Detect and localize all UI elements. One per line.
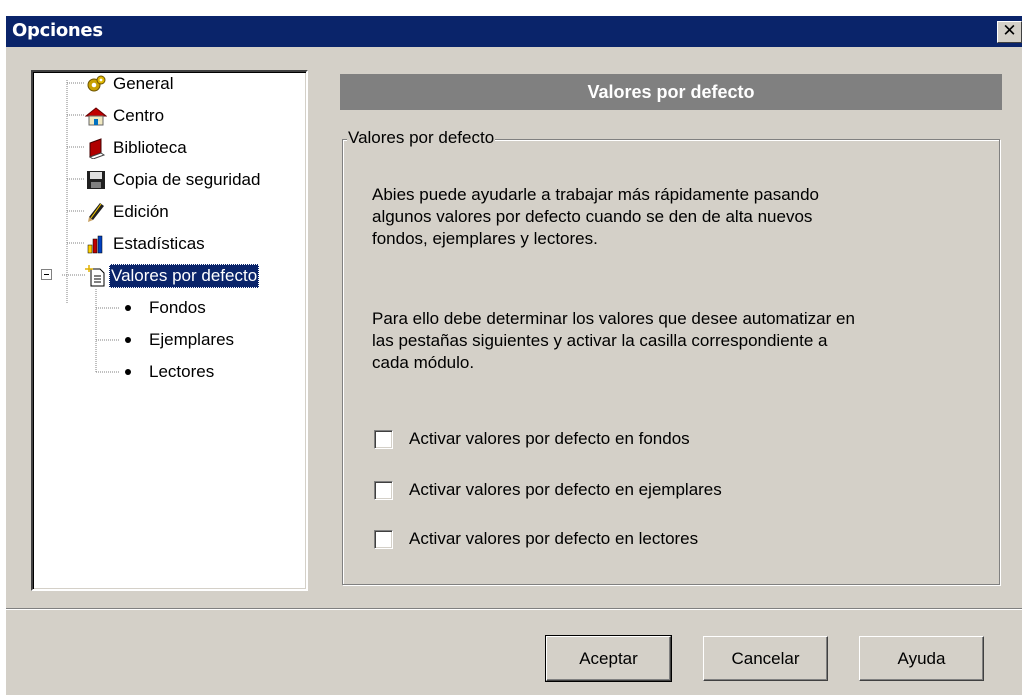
tree-item-label: Valores por defecto [109,264,260,288]
tree-item-edicion[interactable]: Edición [85,200,285,224]
tree-item-label: General [113,74,174,93]
checkbox-ejemplares[interactable] [374,481,393,500]
accept-button[interactable]: Aceptar [545,635,672,682]
house-icon [85,107,107,126]
text-line: las pestañas siguientes y activar la cas… [372,331,828,350]
tree-item-biblioteca[interactable]: Biblioteca [85,136,285,160]
gear-icon [87,75,106,92]
tree-item-label: Fondos [149,298,206,317]
bullet-icon [125,305,131,311]
text-line: algunos valores por defecto cuando se de… [372,207,813,226]
groupbox-label: Valores por defecto [347,128,496,148]
checkbox-fondos[interactable] [374,430,393,449]
text-line: fondos, ejemplares y lectores. [372,229,598,248]
floppy-disk-icon [87,171,105,189]
options-tree[interactable]: General Centro Biblioteca Copia de segur… [31,70,308,591]
tree-item-centro[interactable]: Centro [85,104,285,128]
tree-item-estadisticas[interactable]: Estadísticas [85,232,285,256]
help-button[interactable]: Ayuda [859,636,984,681]
close-icon: ✕ [1002,21,1017,41]
bar-chart-icon [87,235,103,254]
text-line: Abies puede ayudarle a trabajar más rápi… [372,185,820,204]
tree-item-valores-por-defecto[interactable]: Valores por defecto [85,264,305,288]
checkbox-lectores-label[interactable]: Activar valores por defecto en lectores [409,529,698,549]
minus-icon [44,274,49,275]
cancel-button[interactable]: Cancelar [703,636,828,681]
tree-item-label: Edición [113,202,169,221]
panel-header: Valores por defecto [340,74,1002,110]
tree-item-copia-de-seguridad[interactable]: Copia de seguridad [85,168,295,192]
instructions-paragraph: Para ello debe determinar los valores qu… [372,308,992,374]
intro-paragraph: Abies puede ayudarle a trabajar más rápi… [372,184,992,250]
tree-item-label: Copia de seguridad [113,170,261,189]
collapse-toggle[interactable] [41,269,52,280]
tree-item-label: Estadísticas [113,234,205,253]
bullet-icon [125,369,131,375]
checkbox-fondos-label[interactable]: Activar valores por defecto en fondos [409,429,690,449]
window-title: Opciones [12,20,103,41]
tree-item-general[interactable]: General [85,72,285,96]
new-document-icon [85,265,105,287]
tree-item-fondos[interactable]: Fondos [121,296,271,320]
options-dialog: Opciones ✕ General Centro Biblioteca Cop… [6,16,1022,695]
tree-item-label: Lectores [149,362,215,381]
tree-item-lectores[interactable]: Lectores [121,360,271,384]
close-button[interactable]: ✕ [997,21,1022,43]
bullet-icon [125,337,131,343]
tree-item-label: Ejemplares [149,330,235,349]
pencil-icon [88,203,104,222]
tree-item-ejemplares[interactable]: Ejemplares [121,328,271,352]
book-icon [88,138,106,159]
tree-item-label: Centro [113,106,165,125]
checkbox-lectores[interactable] [374,530,393,549]
text-line: Para ello debe determinar los valores qu… [372,309,855,328]
title-bar[interactable]: Opciones ✕ [6,16,1022,47]
checkbox-ejemplares-label[interactable]: Activar valores por defecto en ejemplare… [409,480,722,500]
footer-separator [6,608,1022,610]
text-line: cada módulo. [372,353,475,372]
tree-item-label: Biblioteca [113,138,187,157]
